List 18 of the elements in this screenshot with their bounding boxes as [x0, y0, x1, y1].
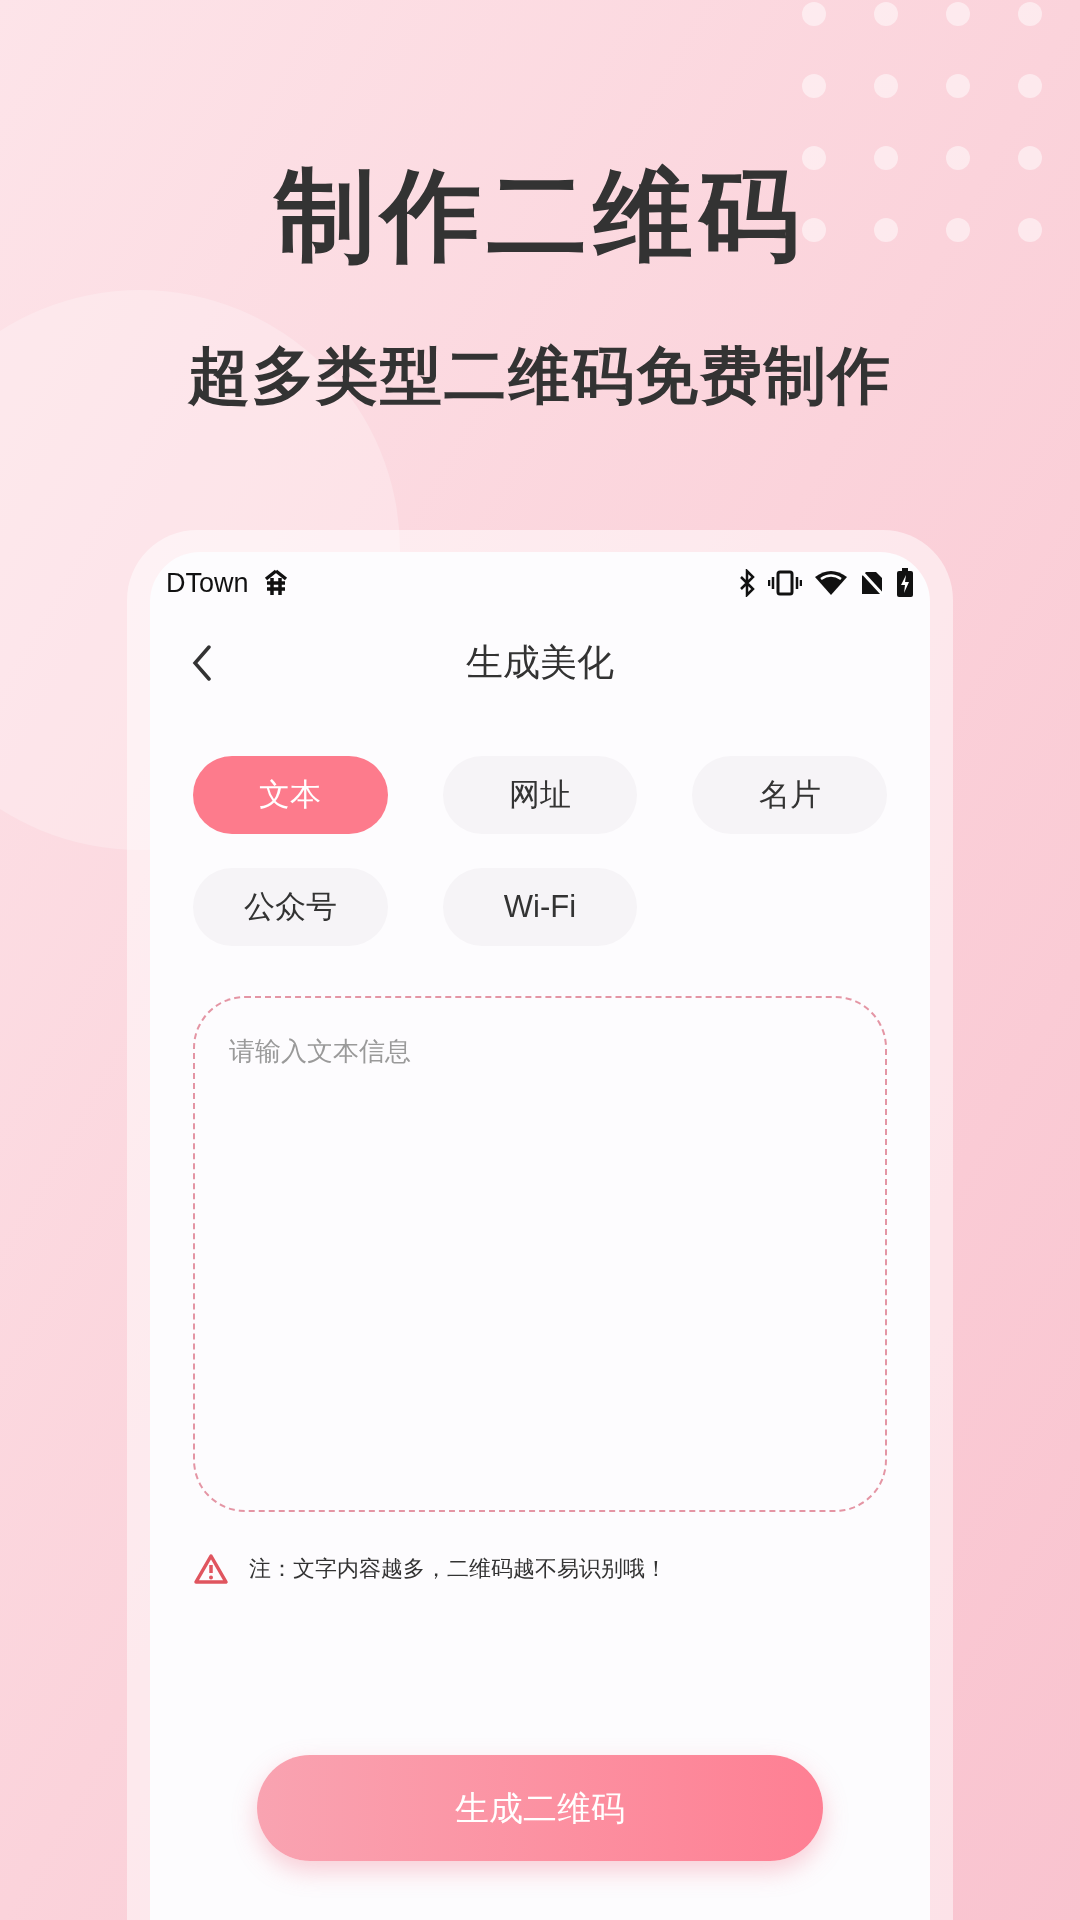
screen-title: 生成美化 — [466, 641, 614, 686]
type-tab[interactable]: 名片 — [692, 756, 887, 834]
warning-note: 注：文字内容越多，二维码越不易识别哦！ — [249, 1555, 667, 1583]
warning-icon — [193, 1552, 229, 1585]
carrier-name: DTown — [166, 566, 249, 600]
type-tab[interactable]: Wi-Fi — [442, 868, 638, 946]
type-tab[interactable]: 公众号 — [193, 868, 388, 946]
subheadline: 超多类型二维码免费制作 — [188, 340, 892, 412]
bluetooth-icon — [738, 569, 756, 597]
back-icon — [192, 645, 212, 681]
type-tab[interactable]: 网址 — [442, 756, 638, 834]
no-sim-icon — [860, 570, 884, 596]
text-input-field[interactable]: 请输入文本信息 — [193, 996, 887, 1512]
wifi-icon — [814, 570, 848, 596]
battery-charging-icon — [896, 568, 914, 598]
signal-tower-icon — [262, 569, 289, 597]
vibrate-icon — [768, 569, 802, 597]
headline: 制作二维码 — [275, 160, 805, 270]
